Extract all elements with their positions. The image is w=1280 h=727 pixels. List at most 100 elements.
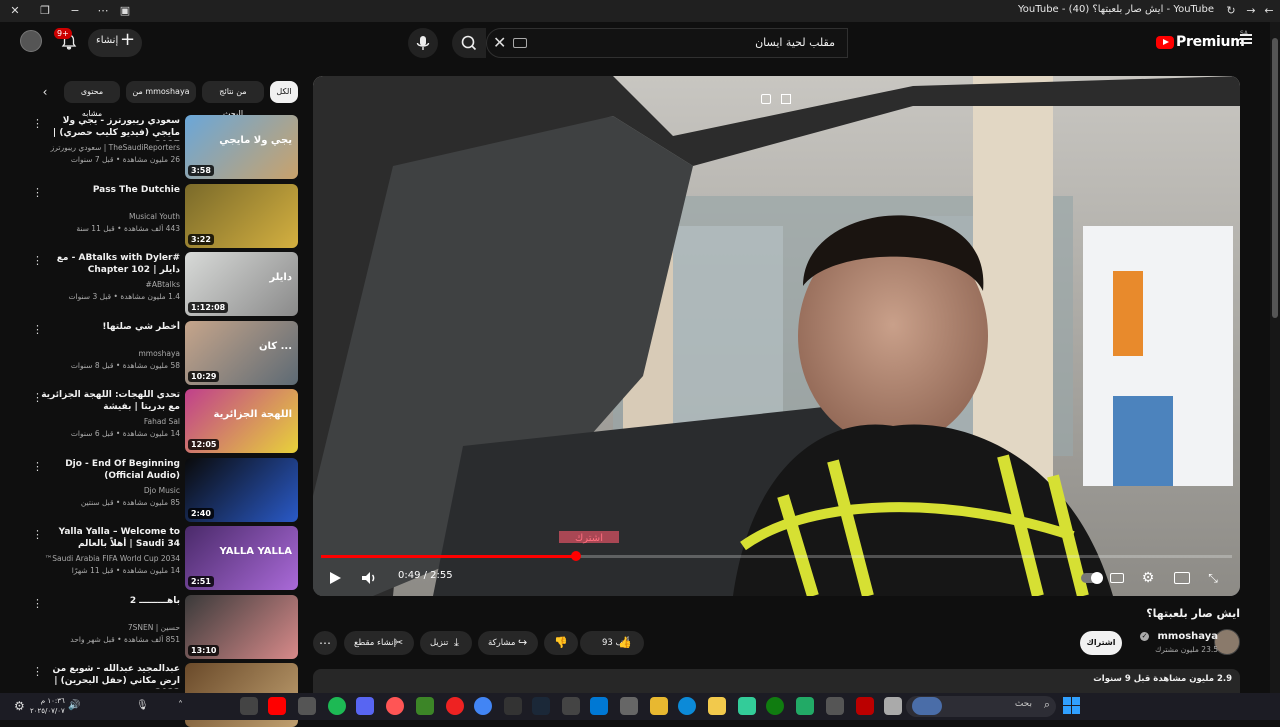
related-video-item[interactable]: كان ... 10:29 أخطر شي صلتها! mmoshaya 58…	[20, 320, 298, 385]
cast-icon[interactable]	[761, 94, 771, 104]
clip-button[interactable]: إنشاء مقطع ✂	[344, 631, 414, 655]
app-taskbar-icon-5[interactable]	[386, 697, 404, 715]
more-options-icon[interactable]: ⋮	[32, 665, 43, 678]
outlook-taskbar-icon[interactable]	[590, 697, 608, 715]
clear-search-icon[interactable]: ✕	[493, 33, 506, 52]
video-thumbnail[interactable]: كان ... 10:29	[185, 320, 298, 385]
subscribe-button[interactable]: اشتراك	[1080, 631, 1122, 655]
more-options-icon[interactable]: ⋮	[32, 391, 43, 404]
more-icon[interactable]: ⋯	[96, 4, 110, 18]
app-taskbar-icon-21[interactable]	[856, 697, 874, 715]
related-video-title[interactable]: سعودي ريبورترز - يجي ولا مايجي (فيديو كل…	[40, 115, 180, 141]
related-video-title[interactable]: Pass The Dutchie	[40, 184, 180, 196]
restore-icon[interactable]: ❐	[38, 4, 52, 18]
app-taskbar-icon-11[interactable]	[562, 697, 580, 715]
autoplay-toggle[interactable]	[1081, 572, 1103, 584]
app-taskbar-icon-7[interactable]	[446, 697, 464, 715]
account-avatar[interactable]	[20, 30, 42, 52]
related-video-channel[interactable]: Fahad Sal	[40, 417, 180, 426]
related-video-title[interactable]: أخطر شي صلتها!	[40, 321, 180, 333]
subtitles-icon[interactable]	[1110, 573, 1124, 583]
more-actions-icon[interactable]: ⋯	[313, 631, 337, 655]
related-video-channel[interactable]: Musical Youth	[40, 212, 180, 221]
app-taskbar-icon-13[interactable]	[620, 697, 638, 715]
scrollbar-thumb[interactable]	[1272, 38, 1278, 318]
more-options-icon[interactable]: ⋮	[32, 117, 43, 130]
chip-from-search[interactable]: من نتائج البحث	[202, 81, 264, 118]
spotify-taskbar-icon[interactable]	[328, 697, 346, 715]
app-taskbar-icon-17[interactable]	[738, 697, 756, 715]
related-video-channel[interactable]: TheSaudiReporters | سعودي ريبورترز	[40, 143, 180, 152]
play-button[interactable]	[327, 568, 343, 588]
related-video-title[interactable]: باهـــــــــ 2	[40, 595, 180, 607]
related-video-item[interactable]: اللهجة الجزائرية 12:05 تحدي اللهجات: الل…	[20, 389, 298, 453]
more-options-icon[interactable]: ⋮	[32, 254, 43, 267]
video-thumbnail[interactable]: اللهجة الجزائرية 12:05	[185, 389, 298, 453]
app-taskbar-icon-2[interactable]	[298, 697, 316, 715]
share-button[interactable]: مشاركة ↪	[478, 631, 538, 655]
tray-overflow-icon[interactable]: ˄	[178, 697, 196, 715]
volume-button[interactable]	[359, 568, 379, 588]
video-thumbnail[interactable]: 3:22	[185, 183, 298, 248]
description-box[interactable]: 2.9 مليون مشاهدة قبل 9 سنوات	[313, 669, 1240, 693]
taskbar-search[interactable]: بحث ⌕	[906, 696, 1056, 717]
video-thumbnail[interactable]: 2:40	[185, 457, 298, 522]
related-video-channel[interactable]: حسين | 7SNEN	[40, 623, 180, 632]
app-taskbar-icon-19[interactable]	[796, 697, 814, 715]
related-video-title[interactable]: Yalla Yalla – Welcome to Saudi 34 | أهلا…	[40, 526, 180, 550]
related-video-channel[interactable]: mmoshaya	[40, 349, 181, 358]
miniplayer-icon[interactable]	[781, 94, 791, 104]
like-thumb-icon[interactable]: 👍	[618, 631, 632, 655]
theater-mode-icon[interactable]	[1174, 572, 1190, 584]
chip-from-channel[interactable]: من mmoshaya	[126, 81, 196, 103]
video-thumbnail[interactable]: YALLA YALLA 2:51	[185, 526, 298, 590]
chrome-taskbar-icon[interactable]	[474, 697, 492, 715]
video-player[interactable]: اشترك 0:49 / 2:55 ⚙ ⤡	[313, 76, 1240, 596]
guide-menu-icon[interactable]	[1240, 34, 1252, 44]
more-options-icon[interactable]: ⋮	[32, 186, 43, 199]
app-taskbar-icon-14[interactable]	[650, 697, 668, 715]
minimize-icon[interactable]: −	[68, 4, 82, 18]
xbox-taskbar-icon[interactable]	[766, 697, 784, 715]
download-button[interactable]: تنزيل ⤓	[420, 631, 472, 655]
related-video-channel[interactable]: ABtalks#	[40, 280, 180, 289]
chip-all[interactable]: الكل	[270, 81, 298, 103]
app-taskbar-icon-9[interactable]	[504, 697, 522, 715]
video-thumbnail[interactable]: 13:10	[185, 594, 298, 659]
related-video-item[interactable]: 3:22 Pass The Dutchie Musical Youth 443 …	[20, 183, 298, 248]
dislike-button[interactable]: 👎	[544, 631, 578, 655]
app-taskbar-icon-22[interactable]	[884, 697, 902, 715]
video-thumbnail[interactable]: يجي ولا مايجي 3:58	[185, 115, 298, 179]
page-scrollbar[interactable]	[1270, 22, 1280, 695]
keyboard-icon[interactable]	[513, 38, 527, 48]
chip-similar[interactable]: محتوى مشابه	[64, 81, 120, 118]
related-video-title[interactable]: Djo - End Of Beginning (Official Audio)	[40, 458, 180, 482]
related-video-title[interactable]: عبدالمجيد عبدالله - شوبع من ارض مكاني (ح…	[40, 663, 180, 689]
reload-icon[interactable]: ↻	[1224, 4, 1238, 18]
video-thumbnail[interactable]: دايلر 1:12:08	[185, 252, 298, 316]
more-options-icon[interactable]: ⋮	[32, 460, 43, 473]
related-video-item[interactable]: 13:10 باهـــــــــ 2 حسين | 7SNEN 851 أل…	[20, 594, 298, 659]
more-options-icon[interactable]: ⋮	[32, 323, 43, 336]
progress-bar[interactable]	[321, 551, 1232, 561]
more-options-icon[interactable]: ⋮	[32, 597, 43, 610]
related-video-title[interactable]: تحدي اللهجات: اللهجة الجزائرية مع بدريتا…	[40, 389, 180, 413]
related-video-channel[interactable]: Saudi Arabia FIFA World Cup 2034™	[40, 554, 180, 563]
volume-tray-icon[interactable]: 🔊	[68, 697, 86, 715]
related-video-item[interactable]: YALLA YALLA 2:51 Yalla Yalla – Welcome t…	[20, 526, 298, 590]
related-video-title[interactable]: #ABtalks with Dyler - مع دايلر | Chapter…	[40, 252, 180, 276]
more-options-icon[interactable]: ⋮	[32, 528, 43, 541]
related-video-item[interactable]: 2:40 Djo - End Of Beginning (Official Au…	[20, 457, 298, 522]
youtube-taskbar-icon[interactable]	[268, 697, 286, 715]
chips-scroll-left-icon[interactable]: ‹	[36, 83, 54, 101]
forward-icon[interactable]: →	[1244, 4, 1258, 18]
create-button[interactable]: إنشاء +	[88, 29, 142, 57]
app-taskbar-icon-20[interactable]	[826, 697, 844, 715]
related-video-channel[interactable]: Djo Music	[40, 486, 180, 495]
windows-start-icon[interactable]	[1063, 697, 1081, 715]
app-tray-icon[interactable]	[240, 697, 258, 715]
related-video-item[interactable]: دايلر 1:12:08 #ABtalks with Dyler - مع د…	[20, 252, 298, 316]
steam-taskbar-icon[interactable]	[532, 697, 550, 715]
discord-taskbar-icon[interactable]	[356, 697, 374, 715]
search-input[interactable]: ✕ مقلب لحية ايسان	[486, 28, 848, 58]
